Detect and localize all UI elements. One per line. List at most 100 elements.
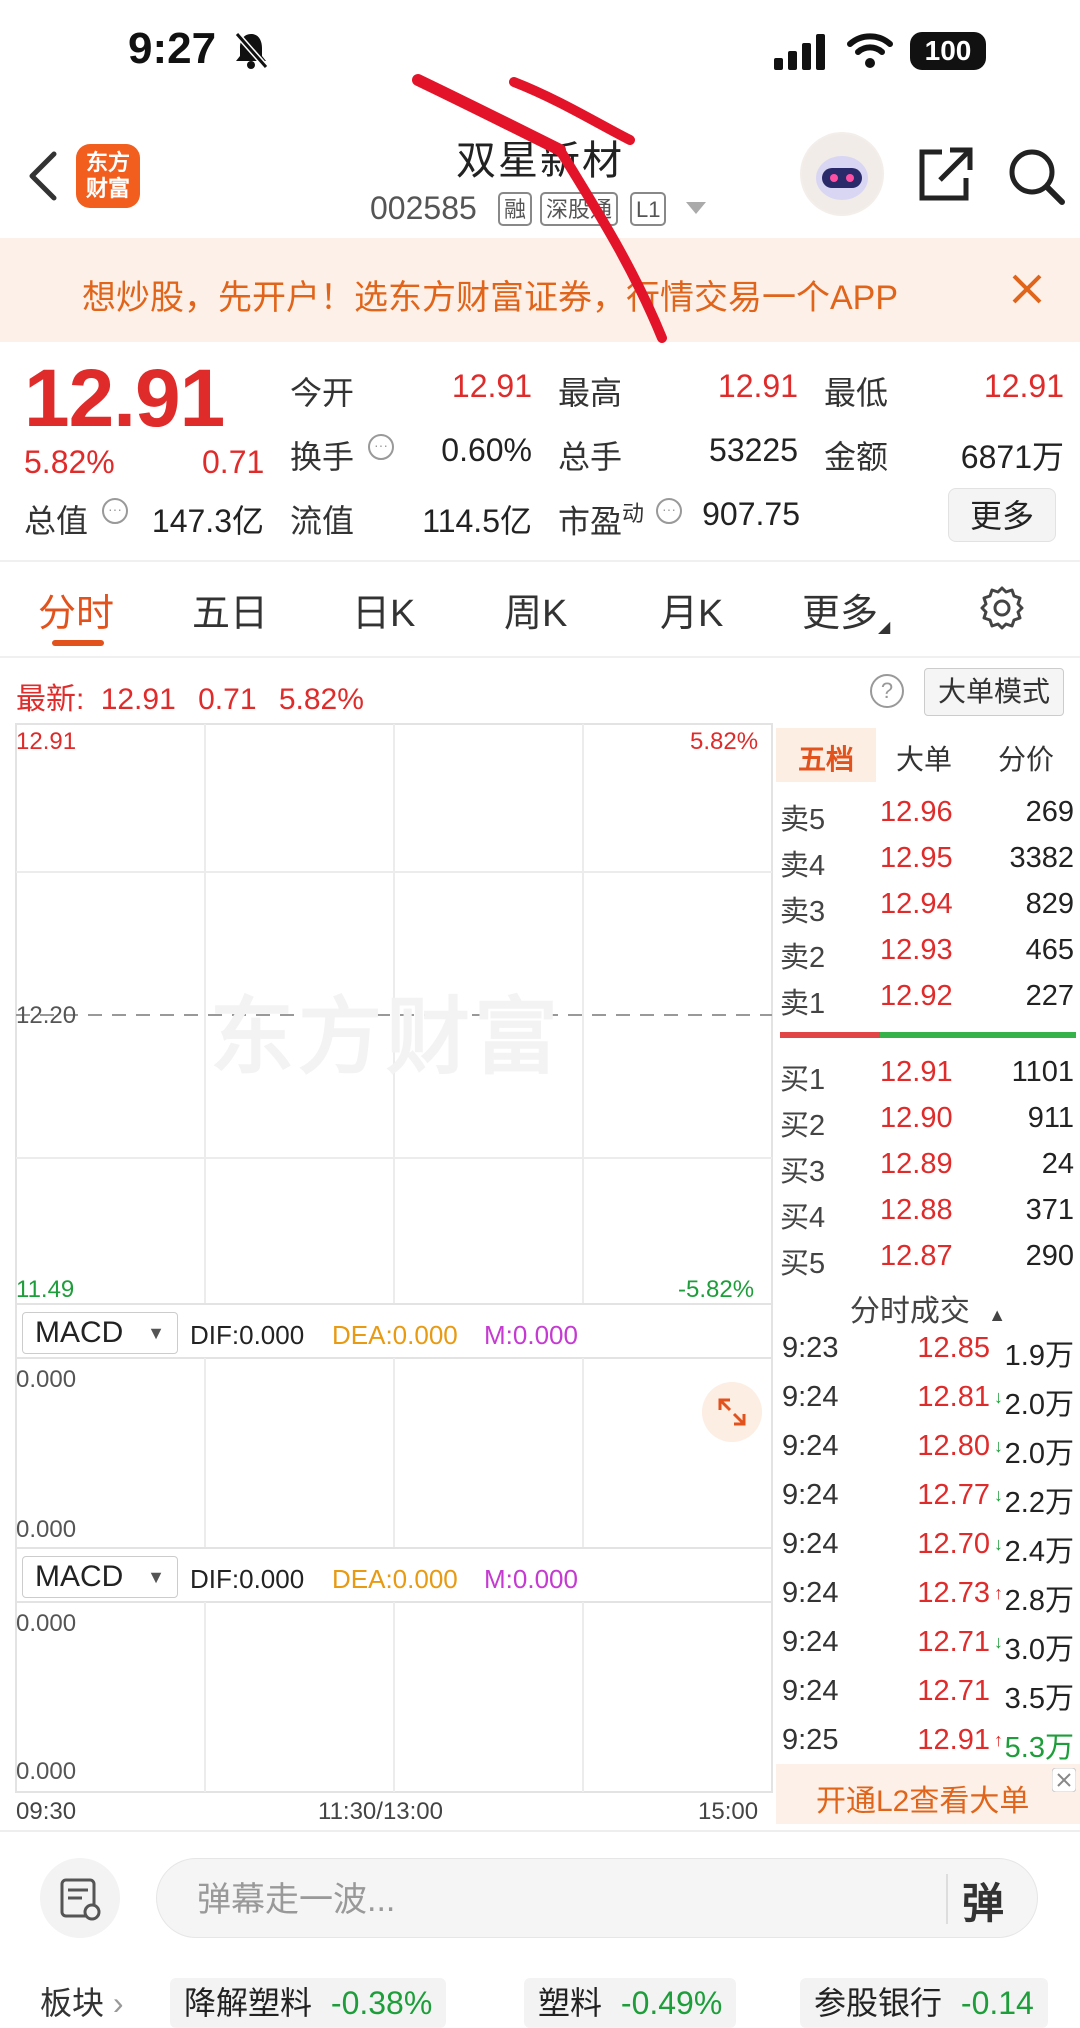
search-icon[interactable]: [1006, 144, 1066, 208]
comment-input[interactable]: [195, 1875, 899, 1925]
sector-label[interactable]: 板块 ›: [40, 1978, 124, 2028]
robot-assistant-icon[interactable]: [800, 132, 884, 216]
comment-input-box[interactable]: [156, 1858, 1038, 1938]
bid-volume: 290: [1025, 1240, 1074, 1272]
wifi-icon: [847, 33, 893, 68]
trade-direction-icon: ↑: [994, 1583, 1003, 1603]
help-icon[interactable]: ?: [870, 674, 904, 708]
tab-weekly-k[interactable]: 周K: [504, 582, 567, 637]
share-icon[interactable]: [914, 142, 974, 206]
trades-header-label: 分时成交: [849, 1295, 970, 1328]
trade-row: 9:24 12.73 ↑ 2.8万: [776, 1577, 1080, 1623]
trade-volume: 3.5万: [1004, 1683, 1074, 1715]
ask-volume: 465: [1025, 934, 1074, 966]
close-icon[interactable]: [1052, 1768, 1076, 1792]
label-high: 最高: [558, 375, 623, 411]
trade-volume: 1.9万: [1004, 1340, 1074, 1372]
trade-time: 9:24: [782, 1381, 839, 1413]
indicator-select[interactable]: MACD ▼: [22, 1556, 178, 1598]
label-float-cap: 流值: [290, 503, 355, 539]
trade-row: 9:24 12.80 ↓ 2.0万: [776, 1430, 1080, 1476]
time-axis-end: 15:00: [698, 1798, 759, 1825]
chevron-down-icon[interactable]: [686, 202, 706, 214]
value-float-cap: 114.5亿: [422, 503, 532, 539]
macd-axis-bottom: 0.000: [16, 1758, 77, 1785]
indicator-select-value: MACD: [35, 1560, 124, 1593]
bid-volume: 371: [1025, 1194, 1074, 1226]
ask-volume: 829: [1025, 888, 1074, 920]
notes-icon[interactable]: [40, 1858, 120, 1938]
trade-price: 12.81: [917, 1381, 990, 1413]
trades-header[interactable]: 分时成交 ▲: [776, 1286, 1080, 1330]
bid-label: 买3: [780, 1156, 826, 1188]
info-icon[interactable]: ···: [102, 498, 128, 524]
trade-price: 12.77: [917, 1479, 990, 1511]
status-time: 9:27: [128, 24, 217, 73]
tag-connect: 深股通: [540, 192, 619, 226]
latest-quote-line: 最新: 12.91 0.71 5.82%: [16, 674, 364, 718]
expand-icon[interactable]: [702, 1382, 762, 1442]
battery-indicator: 100: [910, 32, 986, 70]
indicator-select[interactable]: MACD ▼: [22, 1312, 178, 1354]
gear-icon[interactable]: [978, 584, 1026, 632]
trade-direction-icon: ↓: [994, 1632, 1003, 1652]
bid-label: 买5: [780, 1248, 826, 1280]
sector-chip[interactable]: 塑料 -0.49%: [524, 1978, 737, 2028]
trade-volume: 2.0万: [1004, 1389, 1074, 1421]
danmaku-button[interactable]: 弹: [962, 1870, 1004, 1931]
ask-volume: 227: [1025, 980, 1074, 1012]
info-icon[interactable]: ···: [656, 498, 682, 524]
intraday-chart[interactable]: [0, 720, 780, 1830]
divider: [946, 1874, 948, 1924]
divider: [0, 656, 1080, 658]
caret-up-icon: ▲: [988, 1305, 1007, 1325]
label-pe: 市盈动: [558, 496, 644, 543]
more-quote-button[interactable]: 更多: [948, 488, 1056, 542]
sector-chip[interactable]: 降解塑料 -0.38%: [170, 1978, 447, 2028]
trade-volume: 5.3万: [1004, 1732, 1074, 1764]
bid-row: 买2 12.90 911: [776, 1102, 1080, 1148]
pct-axis-bottom: -5.82%: [678, 1276, 755, 1303]
close-icon[interactable]: [1006, 268, 1048, 310]
trade-volume: 2.8万: [1004, 1585, 1074, 1617]
tab-intraday[interactable]: 分时: [38, 582, 114, 637]
bid-price: 12.91: [880, 1056, 953, 1088]
tab-more[interactable]: 更多◢: [802, 582, 890, 637]
sector-label-text: 板块: [40, 1985, 105, 2021]
price-axis-bottom: 11.49: [16, 1276, 75, 1303]
tab-big-orders[interactable]: 大单: [896, 738, 952, 778]
ask-row: 卖5 12.96 269: [776, 796, 1080, 842]
trade-row: 9:24 12.77 ↓ 2.2万: [776, 1479, 1080, 1525]
macd-dif: DIF:0.000: [190, 1320, 305, 1350]
label-market-cap: 总值: [24, 503, 89, 539]
sector-name: 塑料: [538, 1985, 603, 2021]
value-market-cap: 147.3亿: [151, 503, 264, 539]
big-order-mode-button[interactable]: 大单模式: [924, 668, 1064, 716]
value-pe: 907.75: [702, 496, 800, 532]
trade-row: 9:23 12.85 1.9万: [776, 1332, 1080, 1378]
ask-row: 卖1 12.92 227: [776, 980, 1080, 1026]
l2-promo-text[interactable]: 开通L2查看大单: [816, 1776, 1029, 1820]
sector-chip[interactable]: 参股银行 -0.14: [800, 1978, 1048, 2028]
tab-five-day[interactable]: 五日: [192, 582, 268, 637]
promo-banner-text[interactable]: 想炒股，先开户！选东方财富证券，行情交易一个APP: [82, 270, 982, 319]
bid-price: 12.88: [880, 1194, 953, 1226]
tab-daily-k[interactable]: 日K: [352, 582, 415, 637]
trade-time: 9:24: [782, 1675, 839, 1707]
value-low: 12.91: [983, 368, 1064, 404]
tab-monthly-k[interactable]: 月K: [660, 582, 723, 637]
trade-direction-icon: ↓: [994, 1436, 1003, 1456]
tab-five-levels[interactable]: 五档: [798, 738, 854, 778]
macd-axis-top: 0.000: [16, 1610, 77, 1637]
sector-pct: -0.38%: [330, 1985, 433, 2021]
trade-row: 9:24 12.71 ↓ 3.0万: [776, 1626, 1080, 1672]
bid-row: 买4 12.88 371: [776, 1194, 1080, 1240]
value-high: 12.91: [717, 368, 798, 404]
current-price: 12.91: [24, 353, 225, 444]
trade-time: 9:24: [782, 1626, 839, 1658]
trade-volume: 2.4万: [1004, 1536, 1074, 1568]
info-icon[interactable]: ···: [368, 434, 394, 460]
divider: [0, 1830, 1080, 1832]
macd-dif: DIF:0.000: [190, 1564, 305, 1594]
tab-price-split[interactable]: 分价: [998, 738, 1054, 778]
